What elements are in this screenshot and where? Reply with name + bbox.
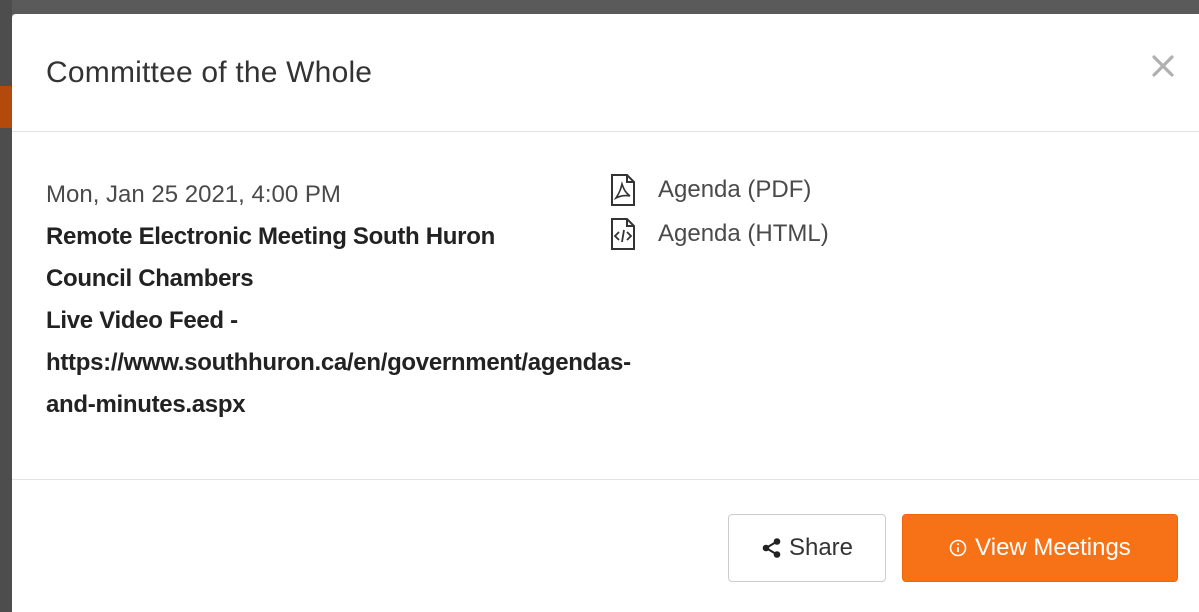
pdf-file-icon	[611, 174, 635, 206]
agenda-html-label: Agenda (HTML)	[658, 220, 829, 247]
modal-footer: Share View Meetings	[12, 480, 1199, 612]
agenda-html-link[interactable]: Agenda (HTML)	[610, 212, 829, 256]
location-line: Remote Electronic Meeting South Huron	[46, 223, 495, 250]
location-line: Live Video Feed -	[46, 307, 238, 334]
meeting-date: Mon, Jan 25 2021, 4:00 PM	[46, 181, 341, 208]
modal-header: Committee of the Whole	[12, 14, 1199, 132]
backdrop-accent-strip	[0, 86, 12, 128]
location-line: Council Chambers	[46, 265, 254, 292]
info-circle-icon	[949, 539, 967, 557]
share-icon	[762, 538, 781, 558]
close-button[interactable]	[1145, 48, 1181, 84]
agenda-links: Agenda (PDF) Agenda (HTML)	[610, 168, 829, 256]
agenda-pdf-label: Agenda (PDF)	[658, 176, 812, 203]
location-line: and-minutes.aspx	[46, 391, 246, 418]
meeting-location: Remote Electronic Meeting South Huron Co…	[46, 216, 631, 426]
meeting-modal: Committee of the Whole Mon, Jan 25 2021,…	[12, 14, 1199, 612]
agenda-pdf-link[interactable]: Agenda (PDF)	[610, 168, 829, 212]
modal-title: Committee of the Whole	[46, 56, 373, 89]
share-button[interactable]: Share	[728, 514, 886, 582]
html-file-icon	[611, 218, 635, 250]
view-meetings-button[interactable]: View Meetings	[902, 514, 1178, 582]
view-meetings-label: View Meetings	[975, 534, 1131, 561]
modal-body: Mon, Jan 25 2021, 4:00 PM Remote Electro…	[12, 132, 1199, 480]
backdrop-top-strip	[0, 0, 1199, 14]
meeting-details: Mon, Jan 25 2021, 4:00 PM Remote Electro…	[46, 174, 631, 426]
share-button-label: Share	[788, 534, 854, 561]
location-line: https://www.southhuron.ca/en/government/…	[46, 349, 631, 376]
close-icon	[1152, 55, 1174, 77]
